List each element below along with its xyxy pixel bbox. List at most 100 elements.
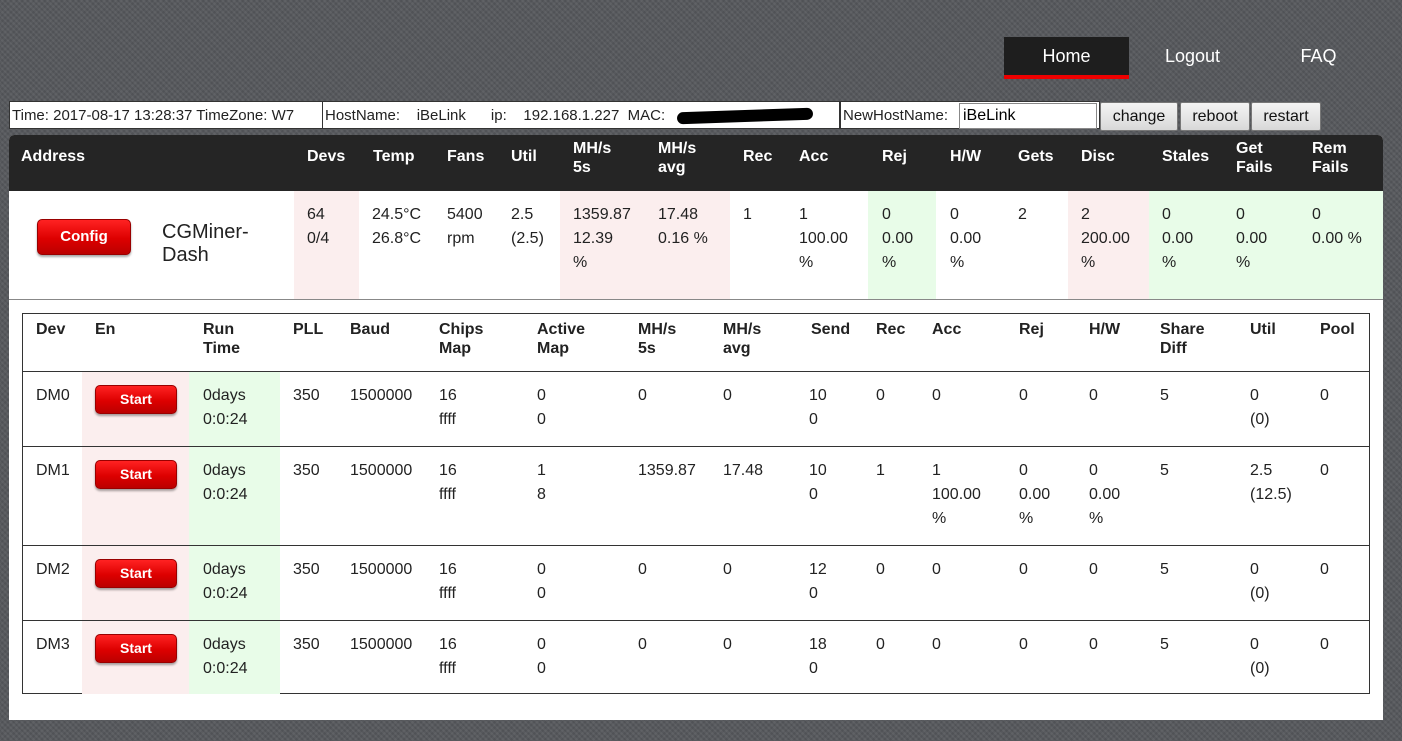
hdr-devs: Devs — [307, 148, 346, 165]
dev-send: 10 0 — [809, 387, 827, 428]
dev-pool: 0 — [1320, 387, 1329, 404]
dev-runtime: 0days 0:0:24 — [203, 462, 248, 503]
dhdr-rej: Rej — [1019, 321, 1044, 338]
dev-id: DM3 — [36, 636, 70, 653]
dev-chips-map: 16 ffff — [439, 636, 457, 677]
start-button[interactable]: Start — [95, 559, 177, 588]
config-button[interactable]: Config — [37, 219, 131, 255]
hdr-gets: Gets — [1018, 148, 1054, 165]
dev-runtime: 0days 0:0:24 — [203, 636, 248, 677]
dev-chips-map: 16 ffff — [439, 387, 457, 428]
host-info: HostName: iBeLink ip: 192.168.1.227 MAC: — [322, 101, 840, 129]
dev-pll: 350 — [293, 462, 320, 479]
dev-share-diff: 5 — [1160, 636, 1169, 653]
nav-faq[interactable]: FAQ — [1256, 37, 1381, 75]
dev-chips-map: 16 ffff — [439, 561, 457, 602]
dhdr-baud: Baud — [350, 321, 390, 338]
hdr-disc: Disc — [1081, 148, 1115, 165]
start-button[interactable]: Start — [95, 634, 177, 663]
dhdr-util: Util — [1250, 321, 1276, 338]
restart-button[interactable]: restart — [1251, 102, 1321, 131]
dev-mhs-5s: 1359.87 — [638, 462, 696, 479]
device-row: DM0 Start 0days 0:0:24 350 1500000 16 ff… — [23, 371, 1369, 446]
dev-pool: 0 — [1320, 462, 1329, 479]
dev-send: 18 0 — [809, 636, 827, 677]
dev-hw: 0 0.00 % — [1089, 462, 1121, 527]
hdr-address: Address — [21, 148, 86, 165]
dev-acc: 0 — [932, 561, 941, 578]
dhdr-rec: Rec — [876, 321, 906, 338]
hdr-acc: Acc — [799, 148, 829, 165]
dev-rej: 0 — [1019, 636, 1028, 653]
nav-logout[interactable]: Logout — [1130, 37, 1255, 75]
dev-hw: 0 — [1089, 636, 1098, 653]
dev-util: 0 (0) — [1250, 636, 1270, 677]
dhdr-send: Send — [811, 321, 851, 338]
dev-active-map: 0 0 — [537, 561, 546, 602]
val-gets: 2 — [1018, 206, 1027, 223]
val-mhs-5s: 1359.87 12.39 % — [573, 206, 631, 271]
dev-active-map: 0 0 — [537, 636, 546, 677]
dhdr-mhs-avg: MH/s avg — [723, 321, 762, 357]
dev-rej: 0 — [1019, 561, 1028, 578]
device-table: Dev En Run Time PLL Baud Chips Map Activ… — [22, 313, 1370, 694]
hdr-mhs-5s: MH/s 5s — [573, 140, 612, 176]
dhdr-share-diff: Share Diff — [1160, 321, 1205, 357]
dev-send: 12 0 — [809, 561, 827, 602]
val-mhs-avg: 17.48 0.16 % — [658, 206, 708, 247]
dhdr-mhs-5s: MH/s 5s — [638, 321, 677, 357]
dev-id: DM1 — [36, 462, 70, 479]
dev-util: 2.5 (12.5) — [1250, 462, 1292, 503]
dev-hw: 0 — [1089, 561, 1098, 578]
device-row: DM1 Start 0days 0:0:24 350 1500000 16 ff… — [23, 446, 1369, 545]
dev-id: DM0 — [36, 387, 70, 404]
val-rej: 0 0.00 % — [882, 206, 914, 271]
dev-share-diff: 5 — [1160, 462, 1169, 479]
host-ip-mac-text: HostName: iBeLink ip: 192.168.1.227 MAC: — [325, 107, 666, 124]
dev-rec: 0 — [876, 561, 885, 578]
new-hostname-label: NewHostName: — [843, 107, 949, 124]
dev-mhs-avg: 0 — [723, 636, 732, 653]
hdr-temp: Temp — [373, 148, 415, 165]
summary-header: Address Devs Temp Fans Util MH/s 5s MH/s… — [9, 135, 1383, 191]
dev-runtime: 0days 0:0:24 — [203, 561, 248, 602]
dev-active-map: 1 8 — [537, 462, 546, 503]
nav-home[interactable]: Home — [1004, 37, 1129, 79]
dev-mhs-avg: 0 — [723, 561, 732, 578]
summary-row: Config CGMiner- Dash 64 0/4 24.5°C 26.8°… — [9, 191, 1383, 300]
dev-rec: 0 — [876, 636, 885, 653]
dev-share-diff: 5 — [1160, 387, 1169, 404]
dev-acc: 0 — [932, 636, 941, 653]
dev-baud: 1500000 — [350, 387, 413, 404]
dev-util: 0 (0) — [1250, 387, 1270, 428]
app-name: CGMiner- Dash — [162, 221, 249, 266]
dev-baud: 1500000 — [350, 561, 413, 578]
dev-util: 0 (0) — [1250, 561, 1270, 602]
hdr-rec: Rec — [743, 148, 773, 165]
hdr-util: Util — [511, 148, 537, 165]
hdr-rem-fails: Rem Fails — [1312, 140, 1349, 176]
time-zone-text: Time: 2017-08-17 13:28:37 TimeZone: W7 — [9, 101, 323, 129]
val-acc: 1 100.00 % — [799, 206, 848, 271]
new-hostname-input[interactable] — [959, 103, 1097, 129]
val-temp: 24.5°C 26.8°C — [372, 206, 422, 247]
hdr-mhs-avg: MH/s avg — [658, 140, 697, 176]
dhdr-chips-map: Chips Map — [439, 321, 484, 357]
dev-rej: 0 — [1019, 387, 1028, 404]
val-stales: 0 0.00 % — [1162, 206, 1194, 271]
dev-pll: 350 — [293, 387, 320, 404]
dhdr-dev: Dev — [36, 321, 66, 338]
dev-id: DM2 — [36, 561, 70, 578]
dhdr-run-time: Run Time — [203, 321, 241, 357]
change-button[interactable]: change — [1100, 102, 1178, 131]
reboot-button[interactable]: reboot — [1180, 102, 1250, 131]
val-util: 2.5 (2.5) — [511, 206, 544, 247]
device-row: DM2 Start 0days 0:0:24 350 1500000 16 ff… — [23, 545, 1369, 620]
start-button[interactable]: Start — [95, 460, 177, 489]
device-row: DM3 Start 0days 0:0:24 350 1500000 16 ff… — [23, 620, 1369, 694]
start-button[interactable]: Start — [95, 385, 177, 414]
dev-pll: 350 — [293, 636, 320, 653]
hdr-fans: Fans — [447, 148, 485, 165]
val-fans: 5400 rpm — [447, 206, 483, 247]
dev-mhs-avg: 17.48 — [723, 462, 764, 479]
